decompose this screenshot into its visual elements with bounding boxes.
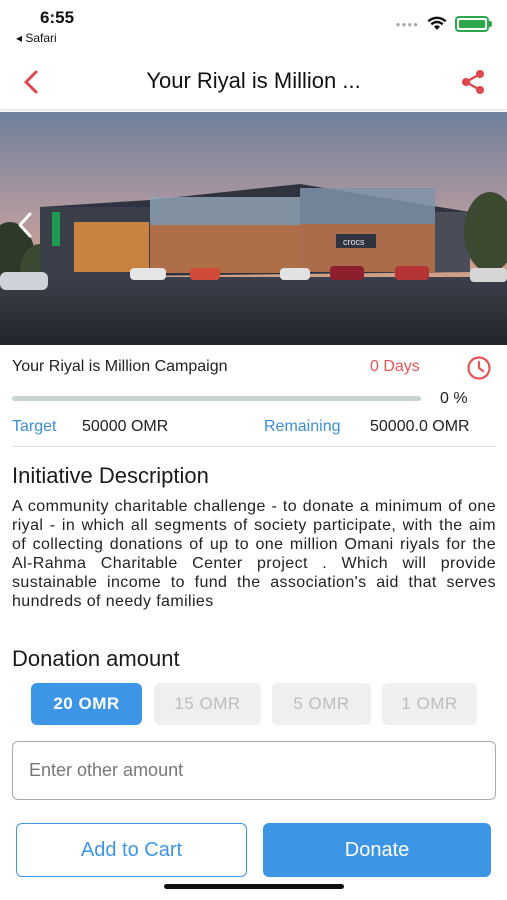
back-to-safari-link[interactable]: ◂ Safari xyxy=(16,31,57,45)
campaign-title: Your Riyal is Million Campaign xyxy=(12,358,228,375)
amount-option-15[interactable]: 15 OMR xyxy=(154,683,261,725)
nav-bar: Your Riyal is Million ... xyxy=(0,52,507,110)
building-illustration: crocs xyxy=(0,112,507,345)
store-sign: crocs xyxy=(343,237,365,247)
wifi-icon xyxy=(427,16,447,30)
add-to-cart-button[interactable]: Add to Cart xyxy=(16,823,247,877)
status-icons: ●●●● xyxy=(395,16,492,32)
divider xyxy=(12,446,495,447)
amount-option-20[interactable]: 20 OMR xyxy=(31,683,142,725)
share-icon[interactable] xyxy=(457,66,489,98)
amount-options: 20 OMR 15 OMR 5 OMR 1 OMR xyxy=(31,683,481,725)
chevron-left-icon[interactable] xyxy=(14,210,36,240)
remaining-label: Remaining xyxy=(264,418,341,435)
target-label: Target xyxy=(12,418,57,435)
status-time: 6:55 xyxy=(40,8,75,27)
progress-bar xyxy=(12,396,421,401)
amount-option-5[interactable]: 5 OMR xyxy=(272,683,371,725)
home-indicator xyxy=(164,884,344,889)
remaining-value: 50000.0 OMR xyxy=(370,418,470,435)
description-heading: Initiative Description xyxy=(12,463,209,488)
amount-option-1[interactable]: 1 OMR xyxy=(382,683,477,725)
chevron-left-icon[interactable] xyxy=(16,66,48,98)
days-remaining: 0 Days xyxy=(370,358,420,375)
campaign-image: crocs xyxy=(0,112,507,345)
description-text: A community charitable challenge - to do… xyxy=(12,498,496,610)
donation-heading: Donation amount xyxy=(12,646,180,671)
clock-icon xyxy=(467,356,491,380)
donate-button[interactable]: Donate xyxy=(263,823,491,877)
status-bar: 6:55 ◂ Safari ●●●● xyxy=(0,0,507,50)
signal-icon: ●●●● xyxy=(395,19,419,29)
battery-icon xyxy=(455,16,492,32)
other-amount-input[interactable] xyxy=(12,741,496,800)
target-value: 50000 OMR xyxy=(82,418,169,435)
progress-percent: 0 % xyxy=(440,390,468,407)
page-title: Your Riyal is Million ... xyxy=(146,68,361,93)
